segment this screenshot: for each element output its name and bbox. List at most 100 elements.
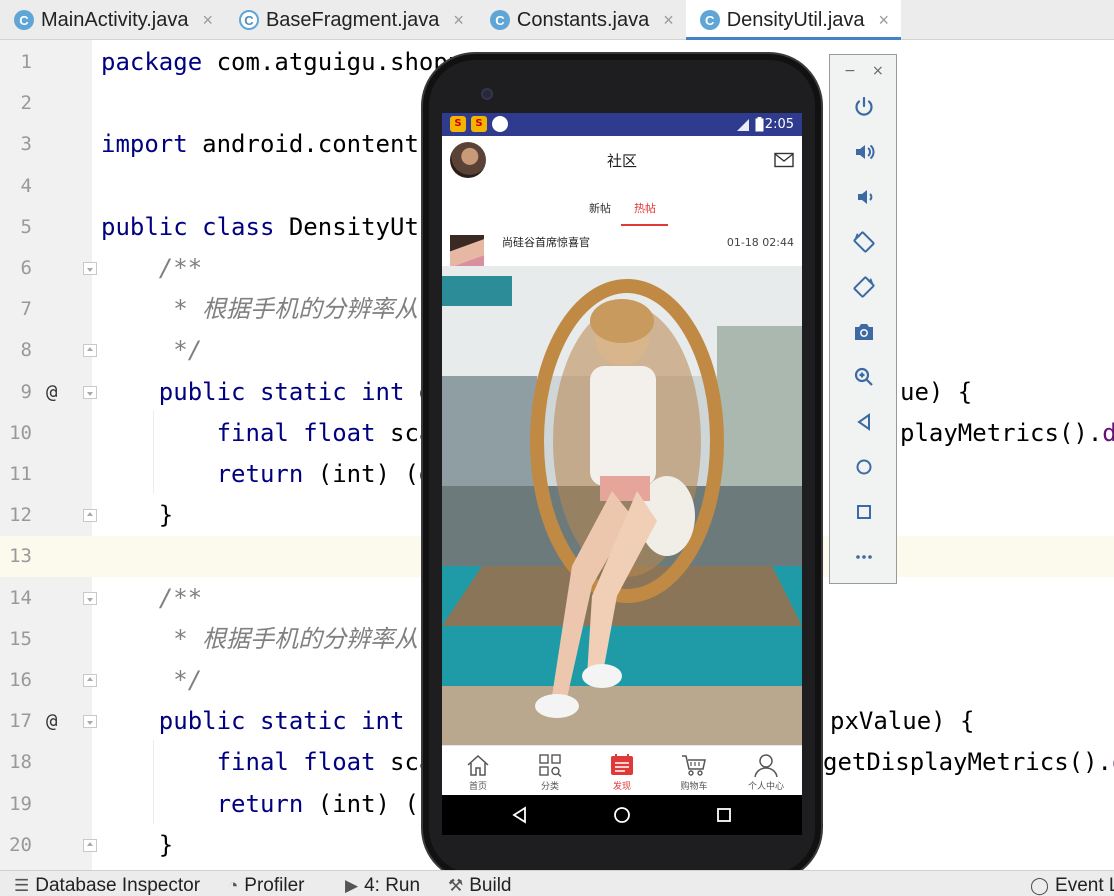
home-button[interactable] xyxy=(848,451,880,483)
category-icon xyxy=(539,754,562,777)
volume-up-icon xyxy=(856,144,875,160)
line-number: 19 xyxy=(9,792,32,815)
nav-discover[interactable]: 发现 xyxy=(586,752,658,792)
tool-label: Event L xyxy=(1055,875,1114,896)
build-button[interactable]: ⚒ Build xyxy=(448,875,512,896)
tab-label: DensityUtil.java xyxy=(726,8,865,31)
code-text: final float sca xyxy=(216,418,434,447)
code-text: /** xyxy=(101,583,203,612)
line-number: 20 xyxy=(9,833,32,856)
java-class-icon: C xyxy=(489,10,510,30)
tab-base-fragment[interactable]: C BaseFragment.java × xyxy=(225,0,476,40)
fold-toggle-icon[interactable] xyxy=(83,509,97,523)
profiler-button[interactable]: ◔ Profiler xyxy=(228,875,304,896)
app-bar: 社区 xyxy=(442,136,802,186)
post-username[interactable]: 尚硅谷首席惊喜官 xyxy=(502,234,590,250)
java-class-icon: C xyxy=(238,10,259,30)
fold-toggle-icon[interactable] xyxy=(83,591,97,605)
tab-constants[interactable]: C Constants.java × xyxy=(476,0,686,40)
more-button[interactable] xyxy=(848,541,880,573)
bottom-nav: 首页 分类 发现 购物车 个人中心 xyxy=(442,745,802,795)
fold-toggle-icon[interactable] xyxy=(83,262,97,275)
status-bar: S S 2:05 xyxy=(442,113,802,136)
code-text: final float sca xyxy=(216,748,434,777)
nav-category[interactable]: 分类 xyxy=(514,752,586,792)
fold-toggle-icon[interactable] xyxy=(83,674,97,687)
line-number: 1 xyxy=(20,51,32,73)
line-number: 4 xyxy=(20,174,32,197)
code-text: public static int p xyxy=(158,707,434,736)
post-header: 尚硅谷首席惊喜官 01-18 02:44 xyxy=(442,228,802,269)
code-text: ue) { xyxy=(900,377,973,406)
rotate-left-button[interactable] xyxy=(848,226,880,258)
code-text: } xyxy=(158,830,174,859)
fold-toggle-icon[interactable] xyxy=(83,385,97,399)
line-number: 2 xyxy=(20,92,32,115)
back-button[interactable] xyxy=(848,406,880,438)
code-text: getDisplayMetrics().de xyxy=(823,748,1114,777)
notification-icon: S xyxy=(471,116,487,132)
run-icon: ▶ xyxy=(345,876,359,895)
line-number: 13 xyxy=(9,545,32,568)
override-marker-icon[interactable]: @ xyxy=(46,701,57,742)
nav-home[interactable]: 首页 xyxy=(442,752,514,792)
close-icon[interactable]: × xyxy=(202,10,213,31)
line-number: 3 xyxy=(20,133,32,156)
photo-illustration xyxy=(442,266,802,745)
event-log-icon: ◯ xyxy=(1030,876,1050,895)
power-button[interactable] xyxy=(848,91,880,123)
rotate-left-icon xyxy=(853,231,875,253)
rotate-right-button[interactable] xyxy=(848,271,880,303)
tab-main-activity[interactable]: C MainActivity.java × xyxy=(0,0,225,40)
nav-label: 分类 xyxy=(540,782,559,792)
close-icon[interactable]: × xyxy=(663,10,674,31)
gauge-icon: ◔ xyxy=(228,876,239,895)
emulator-toolbar: − × xyxy=(829,54,897,584)
post-timestamp: 01-18 02:44 xyxy=(726,236,794,249)
tab-new-posts[interactable]: 新帖 xyxy=(589,200,611,216)
tab-hot-posts[interactable]: 热帖 xyxy=(634,200,656,216)
close-icon[interactable]: × xyxy=(453,10,464,31)
minimize-button[interactable]: − xyxy=(844,63,856,79)
java-class-icon: C xyxy=(14,10,34,30)
mail-icon[interactable] xyxy=(774,152,794,168)
fold-toggle-icon[interactable] xyxy=(83,344,97,358)
power-icon xyxy=(855,96,873,116)
tool-label: Database Inspector xyxy=(35,875,201,896)
signal-icon xyxy=(737,119,749,131)
fold-toggle-icon[interactable] xyxy=(83,715,97,729)
run-button[interactable]: ▶ 4: Run xyxy=(345,875,420,896)
volume-up-button[interactable] xyxy=(848,136,880,168)
overview-icon xyxy=(857,505,871,519)
zoom-button[interactable] xyxy=(848,361,880,393)
database-inspector-button[interactable]: ☰ Database Inspector xyxy=(14,875,200,896)
editor-tab-bar: C MainActivity.java × C BaseFragment.jav… xyxy=(0,0,1114,41)
back-icon[interactable] xyxy=(510,805,530,825)
fold-toggle-icon[interactable] xyxy=(83,838,97,852)
code-text: public static int d xyxy=(158,377,434,406)
chat-notification-icon xyxy=(492,116,508,132)
home-icon[interactable] xyxy=(612,805,632,825)
volume-down-button[interactable] xyxy=(848,181,880,213)
zoom-icon xyxy=(854,367,873,386)
avatar[interactable] xyxy=(450,235,484,269)
override-marker-icon[interactable]: @ xyxy=(46,372,57,413)
post-image[interactable] xyxy=(442,266,802,745)
code-text: package com.atguigu.shopp xyxy=(101,48,463,76)
line-number: 17 xyxy=(9,710,32,733)
code-text: import android.content. xyxy=(101,130,434,159)
screenshot-button[interactable] xyxy=(848,316,880,348)
battery-icon xyxy=(755,117,764,132)
close-icon[interactable]: × xyxy=(879,10,890,31)
event-log-button[interactable]: ◯ Event L xyxy=(1030,875,1114,896)
nav-profile[interactable]: 个人中心 xyxy=(730,752,802,792)
close-button[interactable]: × xyxy=(872,63,884,79)
overview-button[interactable] xyxy=(848,496,880,528)
nav-label: 购物车 xyxy=(680,782,708,792)
tab-label: BaseFragment.java xyxy=(265,8,440,31)
line-number: 9 xyxy=(20,380,32,403)
avatar[interactable] xyxy=(450,142,486,178)
tab-density-util[interactable]: C DensityUtil.java × xyxy=(685,0,902,41)
overview-icon[interactable] xyxy=(714,805,734,825)
nav-cart[interactable]: 购物车 xyxy=(658,752,730,792)
